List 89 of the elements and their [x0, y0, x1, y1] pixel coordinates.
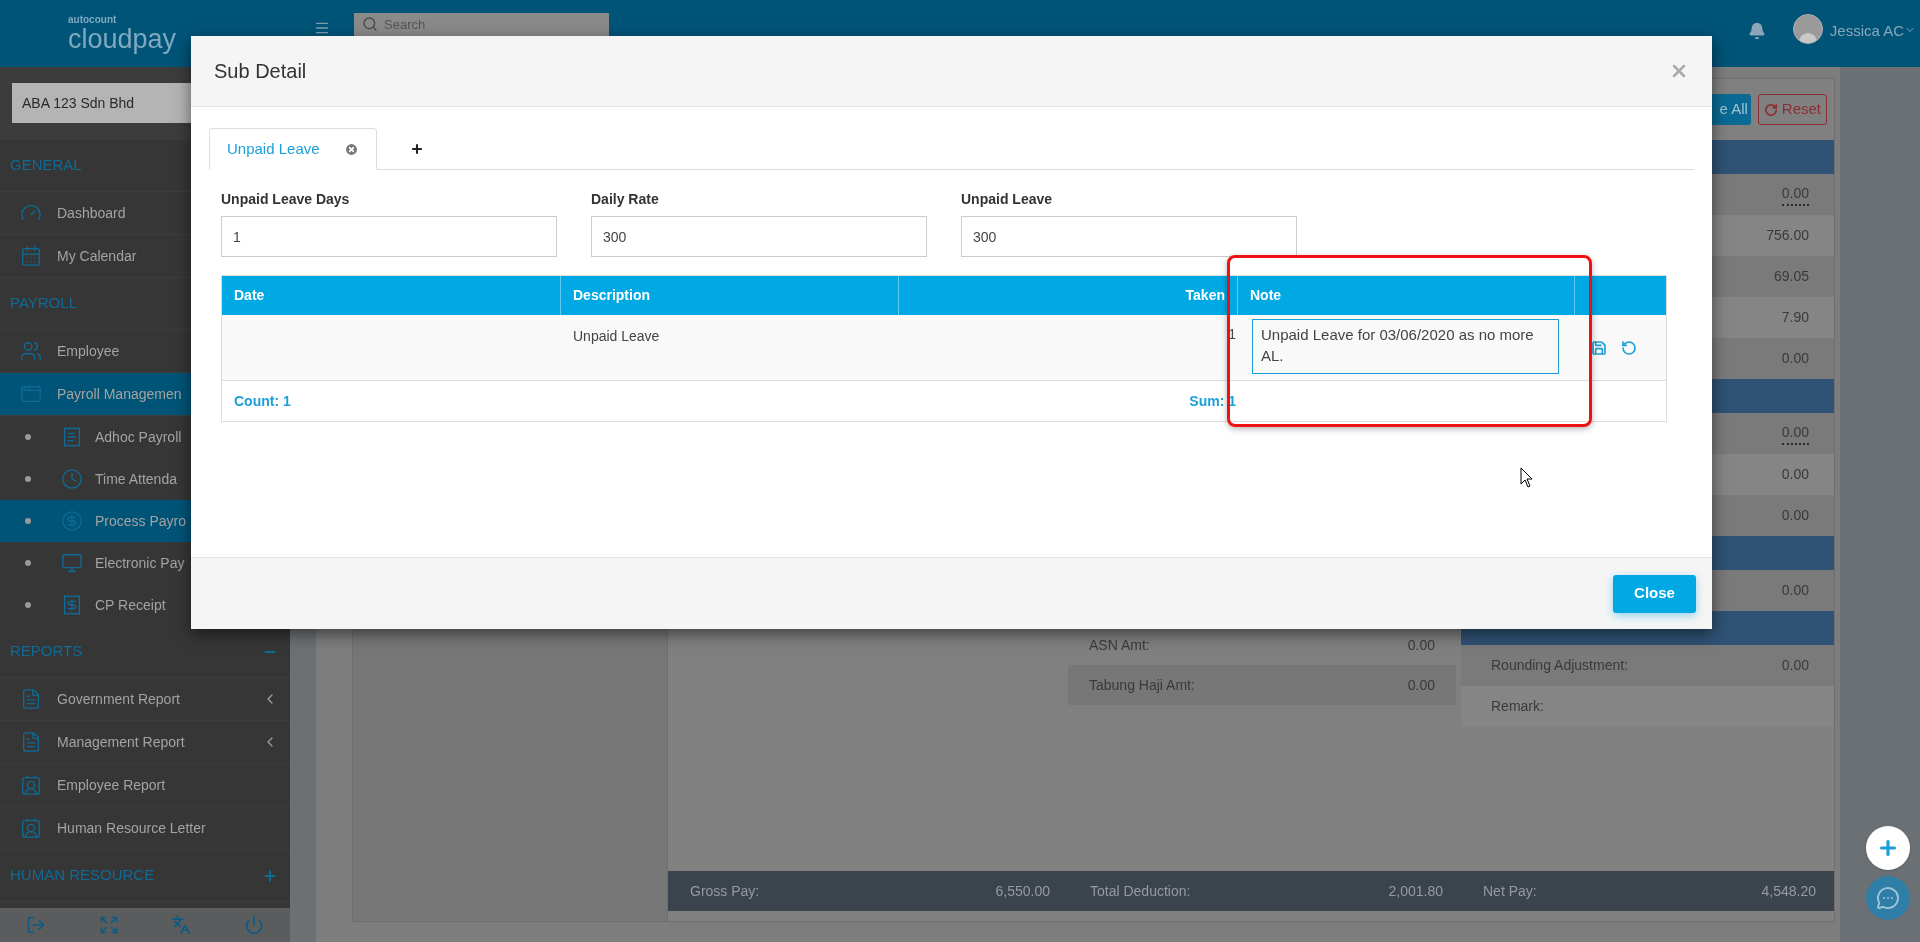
row-value: 69.05 — [1773, 267, 1809, 286]
row-label: Rounding Adjustment: — [1491, 656, 1628, 675]
row-label: Remark: — [1491, 697, 1544, 716]
row-value: 756.00 — [1766, 226, 1809, 245]
sidebar-item[interactable]: Employee Report — [0, 764, 290, 807]
sidebar-item-label: Electronic Pay — [95, 553, 185, 573]
row-value: 0.00 — [1781, 465, 1809, 484]
avatar[interactable] — [1792, 14, 1823, 44]
clock-icon — [61, 468, 83, 490]
chat-icon — [1876, 886, 1900, 910]
row-value: 0.00 — [1781, 422, 1809, 445]
sidebar-subitem[interactable]: Time Attenda — [0, 458, 290, 500]
window-icon — [20, 383, 42, 405]
row-label: ASN Amt: — [1089, 635, 1150, 655]
logo-small-text: autocount — [68, 14, 118, 25]
row-value: 0.00 — [1407, 675, 1435, 695]
total-label: Total Deduction: — [1090, 881, 1191, 901]
document-icon — [20, 731, 42, 753]
row-label: Tabung Haji Amt: — [1089, 675, 1195, 695]
row-value: 0.00 — [1781, 349, 1809, 368]
sidebar-item-label: Employee — [57, 341, 120, 361]
row-value: 0.00 — [1781, 183, 1809, 206]
contact-icon — [20, 774, 42, 796]
sidebar-item-label: Government Report — [57, 689, 180, 709]
input-field[interactable]: 300 — [961, 216, 1297, 257]
document-icon — [20, 688, 42, 710]
receipt-icon — [61, 594, 83, 616]
sidebar-item-label: Time Attenda — [95, 469, 177, 489]
input-field[interactable]: 1 — [221, 216, 557, 257]
sidebar-item[interactable]: Management Report — [0, 721, 290, 764]
sidebar-subitem[interactable]: CP Receipt — [0, 584, 290, 626]
row-value: 0.00 — [1781, 656, 1809, 675]
calendar-icon — [20, 245, 42, 267]
column-header: Note — [1250, 286, 1282, 305]
total-value: 4,548.20 — [1761, 881, 1816, 901]
total-value: 6,550.00 — [995, 881, 1050, 901]
search-icon — [362, 16, 378, 32]
sidebar-item-label: My Calendar — [57, 246, 137, 266]
bell-icon[interactable] — [1747, 22, 1766, 40]
plus-icon — [409, 142, 424, 156]
close-button[interactable]: Close — [1613, 574, 1696, 613]
row-value: 0.00 — [1407, 635, 1435, 655]
sidebar-item-label: Human Resource Letter — [57, 818, 206, 838]
section-heading: GENERAL — [10, 155, 82, 176]
reset-icon — [1763, 102, 1778, 117]
contact-icon — [20, 817, 42, 839]
total-label: Net Pay: — [1483, 881, 1537, 901]
sidebar-item-label: Employee Report — [57, 775, 166, 795]
section-heading: REPORTS — [10, 641, 83, 662]
receipt-icon — [61, 426, 83, 448]
sidebar-subitem[interactable]: Adhoc Payroll — [0, 416, 290, 458]
close-tab-icon[interactable] — [343, 141, 359, 157]
users-icon — [20, 340, 42, 362]
column-header: Taken — [1185, 286, 1225, 305]
sidebar-item[interactable]: Human Resource Letter — [0, 807, 290, 850]
expand-icon[interactable] — [262, 867, 278, 884]
dollar-icon — [61, 510, 83, 532]
sidebar-item-label: Dashboard — [57, 203, 126, 223]
column-header: Description — [573, 286, 650, 305]
table-cell: Unpaid Leave — [573, 328, 660, 344]
row-value: 7.90 — [1781, 308, 1809, 327]
sidebar-item-label: Process Payro — [95, 511, 187, 531]
section-heading: HUMAN RESOURCE — [10, 865, 155, 886]
tab[interactable]: Unpaid Leave — [209, 128, 377, 170]
user-name[interactable]: Jessica AC — [1829, 20, 1904, 43]
sidebar-item-label: CP Receipt — [95, 595, 166, 615]
field-label: Daily Rate — [591, 190, 660, 209]
row-value: 0.00 — [1781, 506, 1809, 525]
mouse-cursor-icon — [1520, 467, 1534, 489]
count-summary: Count: 1 — [234, 393, 291, 409]
row-value: 0.00 — [1781, 581, 1809, 600]
sidebar-item-label: Payroll Managemen — [57, 384, 182, 404]
total-value: 2,001.80 — [1388, 881, 1443, 901]
total-label: Gross Pay: — [690, 881, 760, 901]
field-label: Unpaid Leave — [961, 190, 1054, 209]
undo-icon[interactable] — [1621, 339, 1637, 356]
sidebar-item-label: Management Report — [57, 732, 185, 752]
note-field[interactable]: Unpaid Leave for 03/06/2020 as no more AL. — [1252, 319, 1559, 374]
sidebar-item-label: Adhoc Payroll — [95, 427, 182, 447]
sidebar-subitem[interactable]: Electronic Pay — [0, 542, 290, 584]
dialog-title: Sub Detail — [214, 59, 307, 84]
column-header: Date — [234, 286, 265, 305]
sidebar-item[interactable]: Government Report — [0, 678, 290, 721]
input-field[interactable]: 300 — [591, 216, 927, 257]
plus-icon — [1877, 837, 1899, 859]
save-icon[interactable] — [1591, 339, 1607, 356]
monitor-icon — [61, 552, 83, 574]
section-heading: PAYROLL — [10, 293, 77, 314]
logo-text: cloudpay — [68, 24, 178, 53]
